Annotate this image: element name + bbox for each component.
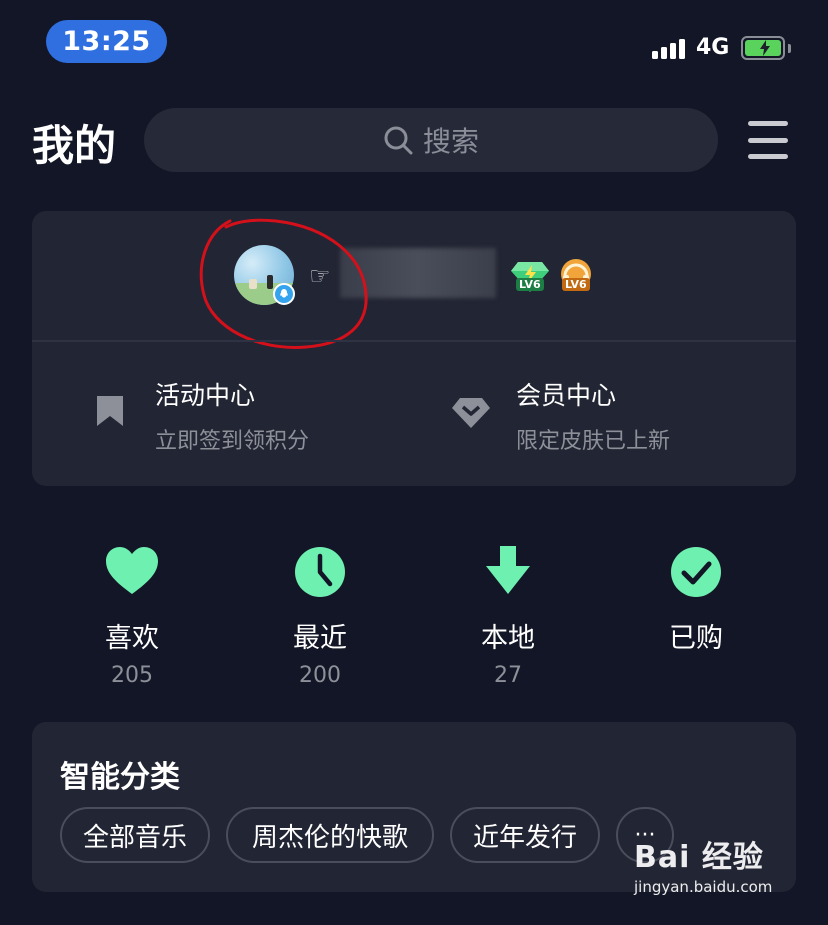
chip-recent-releases[interactable]: 近年发行 xyxy=(450,807,600,863)
local-button[interactable]: 本地 27 xyxy=(448,544,568,688)
search-icon xyxy=(384,126,413,155)
pointing-hand-icon: ☞ xyxy=(309,262,331,290)
clock-icon xyxy=(295,547,345,597)
vip-center-entry[interactable]: 会员中心 限定皮肤已上新 xyxy=(440,356,780,466)
download-icon xyxy=(486,546,530,594)
card-divider xyxy=(32,340,796,342)
search-placeholder: 搜索 xyxy=(422,125,479,158)
entry-title: 会员中心 xyxy=(516,381,617,410)
avatar-figure xyxy=(267,275,273,289)
check-circle-icon xyxy=(671,547,721,597)
qq-badge-icon xyxy=(273,283,295,305)
quick-action-label: 本地 xyxy=(481,623,535,654)
diamond-icon xyxy=(452,398,490,428)
username-blurred[interactable] xyxy=(340,248,496,298)
avatar-figure xyxy=(249,279,257,289)
level-label: LV6 xyxy=(562,278,590,291)
entry-subtitle: 立即签到领积分 xyxy=(155,429,310,454)
quick-action-count: 200 xyxy=(299,663,341,688)
level-badge-green[interactable]: LV6 xyxy=(510,260,550,298)
purchased-button[interactable]: 已购 xyxy=(636,544,756,663)
battery-cap xyxy=(788,44,791,53)
search-input[interactable]: 搜索 xyxy=(144,108,718,172)
heart-icon xyxy=(106,547,158,594)
quick-action-count: 205 xyxy=(111,663,153,688)
baidu-watermark: Bai 经验 jingyan.baidu.com xyxy=(634,832,772,896)
smart-category-title: 智能分类 xyxy=(60,760,180,795)
watermark-logo: Bai 经验 xyxy=(634,840,764,875)
status-time: 13:25 xyxy=(46,20,167,63)
entry-subtitle: 限定皮肤已上新 xyxy=(516,429,671,454)
battery-icon xyxy=(741,36,785,60)
chip-all-music[interactable]: 全部音乐 xyxy=(60,807,210,863)
bookmark-icon xyxy=(97,396,123,426)
menu-icon[interactable] xyxy=(748,121,788,159)
watermark-url: jingyan.baidu.com xyxy=(634,878,773,896)
entry-title: 活动中心 xyxy=(155,381,256,410)
level-label: LV6 xyxy=(516,278,544,291)
quick-action-label: 已购 xyxy=(669,623,723,654)
signal-icon xyxy=(652,39,685,59)
network-type: 4G xyxy=(696,35,730,60)
activity-center-entry[interactable]: 活动中心 立即签到领积分 xyxy=(60,356,400,466)
recent-button[interactable]: 最近 200 xyxy=(260,544,380,688)
quick-action-label: 喜欢 xyxy=(105,623,159,654)
level-badge-gold[interactable]: LV6 xyxy=(556,258,596,298)
page-title: 我的 xyxy=(32,121,117,170)
quick-action-label: 最近 xyxy=(293,623,347,654)
quick-action-count: 27 xyxy=(494,663,522,688)
chip-jay-chou-fast-songs[interactable]: 周杰伦的快歌 xyxy=(226,807,434,863)
favorites-button[interactable]: 喜欢 205 xyxy=(72,544,192,688)
